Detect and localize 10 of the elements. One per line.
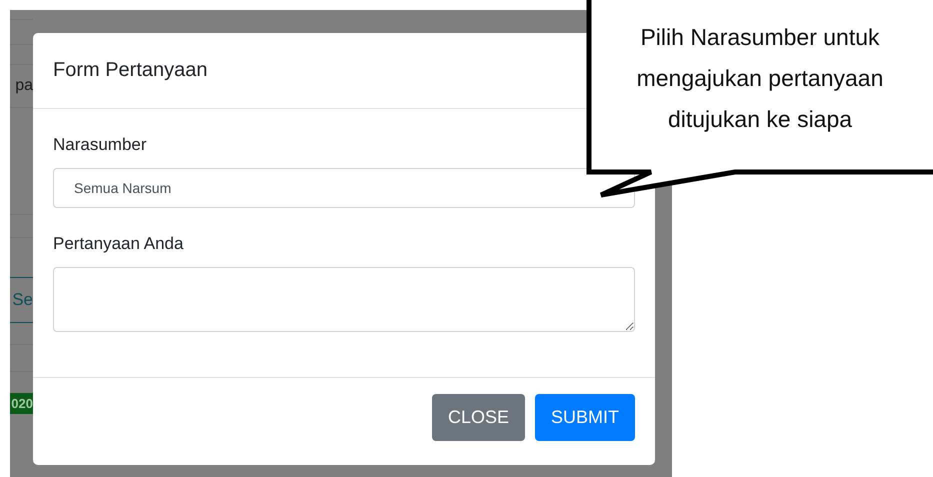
field-label: Narasumber <box>53 135 148 155</box>
question-field[interactable] <box>53 267 635 332</box>
row-text: pa <box>15 78 33 94</box>
modal-title: Form Pertanyaan <box>53 59 208 82</box>
select-field[interactable]: Semua Narsum <box>53 168 635 208</box>
date-tag: 020 <box>10 392 33 414</box>
callout-text: Pilih Narasumber untuk mengajukan pertanyaan ditujukan ke siapa <box>636 23 884 134</box>
close-button[interactable]: CLOSE <box>432 394 525 441</box>
field-label: Pertanyaan Anda <box>53 234 184 254</box>
submit-button[interactable]: SUBMIT <box>534 394 635 441</box>
